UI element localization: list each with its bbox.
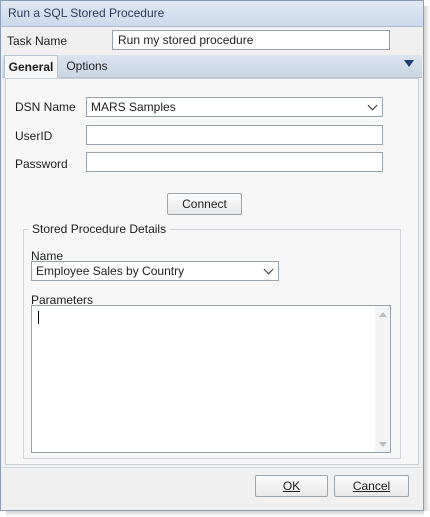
cancel-button-label: Cancel — [352, 479, 391, 493]
sp-name-value: Employee Sales by Country — [36, 264, 185, 278]
dsn-name-value: MARS Samples — [91, 100, 176, 114]
task-name-label: Task Name — [7, 34, 68, 48]
title-bar[interactable]: Run a SQL Stored Procedure — [1, 1, 423, 27]
scroll-up-arrow-icon[interactable] — [379, 312, 387, 317]
userid-label: UserID — [15, 129, 53, 143]
chevron-down-icon — [367, 100, 378, 111]
tab-dropdown-arrow-icon[interactable] — [404, 60, 414, 67]
stored-procedure-group-title: Stored Procedure Details — [29, 222, 170, 236]
window-shadow-bottom — [6, 511, 424, 517]
tab-strip: General Options — [2, 55, 422, 78]
parameters-textarea[interactable] — [31, 305, 391, 453]
parameters-scrollbar[interactable] — [375, 306, 390, 452]
scroll-down-arrow-icon[interactable] — [379, 442, 387, 447]
password-label: Password — [15, 157, 68, 171]
password-input[interactable] — [86, 152, 383, 172]
dsn-name-label: DSN Name — [15, 100, 76, 114]
tab-general[interactable]: General — [4, 55, 58, 78]
connect-button[interactable]: Connect — [167, 193, 242, 215]
cancel-button[interactable]: Cancel — [334, 475, 409, 497]
chevron-down-icon — [263, 264, 274, 275]
dsn-name-select[interactable]: MARS Samples — [86, 97, 383, 117]
window-shadow-right — [424, 6, 430, 511]
tab-options[interactable]: Options — [60, 55, 114, 77]
window-title: Run a SQL Stored Procedure — [8, 6, 165, 20]
footer-divider — [2, 467, 422, 468]
text-caret — [38, 311, 39, 324]
ok-button[interactable]: OK — [255, 475, 328, 497]
dialog-window: Run a SQL Stored Procedure Task Name Run… — [0, 0, 424, 511]
userid-input[interactable] — [86, 125, 383, 145]
task-name-input[interactable]: Run my stored procedure — [112, 30, 390, 50]
ok-button-label: OK — [282, 479, 301, 493]
sp-name-select[interactable]: Employee Sales by Country — [31, 261, 279, 281]
